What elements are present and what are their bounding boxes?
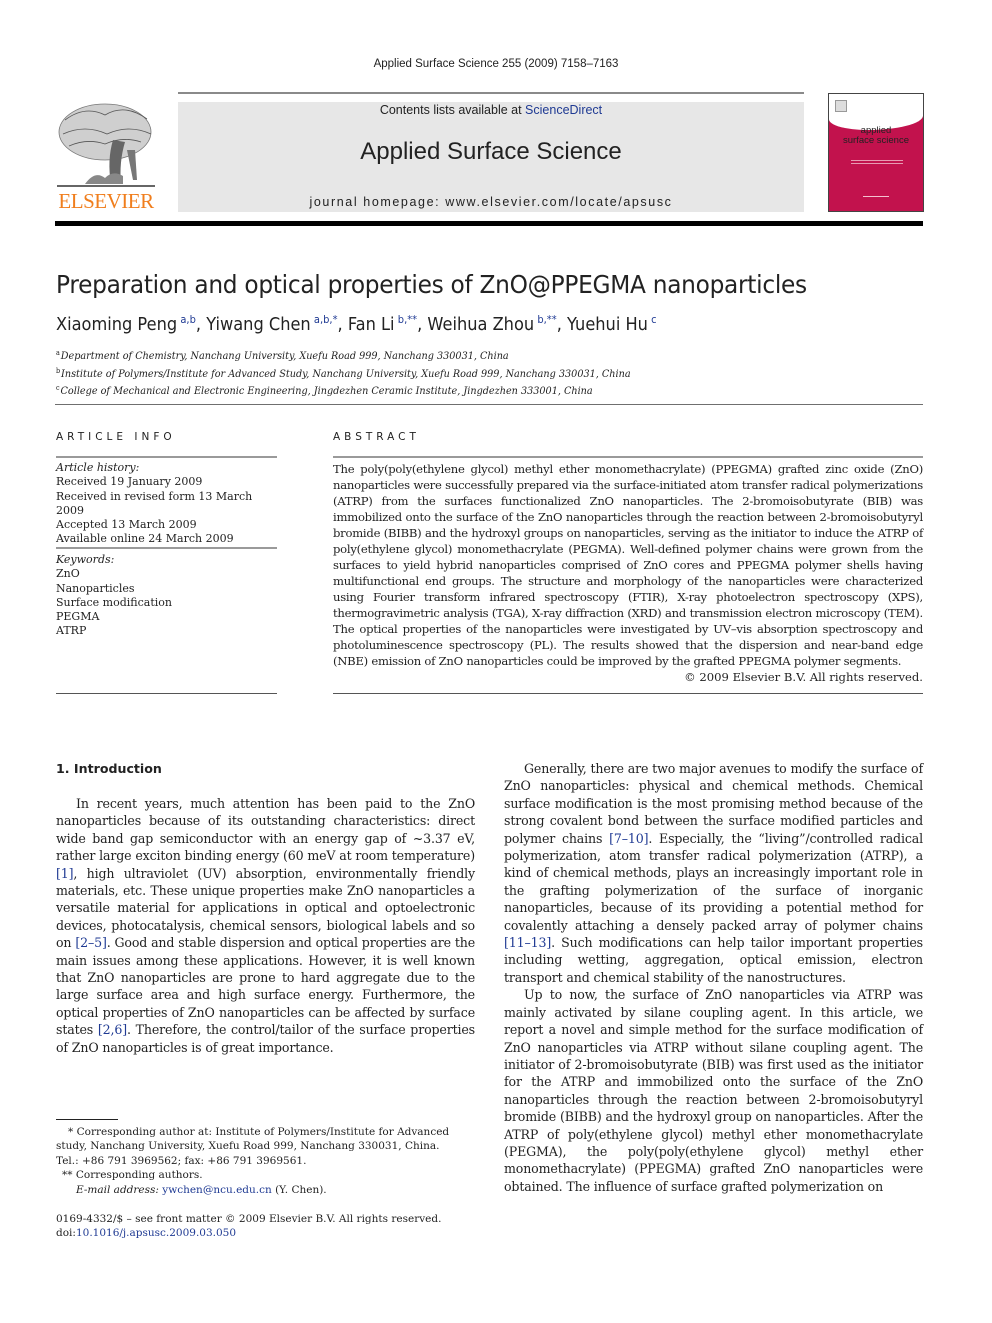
cover-title-line2: surface science (842, 135, 909, 146)
affiliation-text: College of Mechanical and Electronic Eng… (60, 385, 593, 397)
contents-prefix: Contents lists available at (379, 103, 526, 117)
author-name[interactable]: Weihua Zhou (427, 314, 537, 335)
section-heading-introduction: 1. Introduction (56, 761, 162, 776)
cover-title: applied surface science (829, 126, 923, 146)
article-info-bottom-rule (56, 693, 277, 694)
affiliation-mark: c (56, 384, 60, 392)
history-accepted: Accepted 13 March 2009 (56, 518, 197, 532)
author-affiliation-mark[interactable]: a,b,* (314, 313, 338, 326)
affiliation-text: Institute of Polymers/Institute for Adva… (61, 367, 631, 380)
abstract: The poly(poly(ethylene glycol) methyl et… (333, 461, 923, 685)
body-column-left: In recent years, much attention has been… (56, 795, 475, 1056)
journal-homepage[interactable]: journal homepage: www.elsevier.com/locat… (178, 195, 804, 209)
doi-line: doi:10.1016/j.apsusc.2009.03.050 (56, 1226, 441, 1240)
email-owner: (Y. Chen). (271, 1183, 327, 1196)
tree-icon (57, 103, 155, 187)
author-separator: , (195, 314, 207, 335)
abstract-heading: ABSTRACT (333, 431, 420, 443)
affiliation: bInstitute of Polymers/Institute for Adv… (56, 364, 631, 382)
footnotes: * Corresponding author at: Institute of … (56, 1125, 475, 1197)
author-name[interactable]: Xiaoming Peng (56, 314, 180, 335)
text-run: In recent years, much attention has been… (56, 796, 475, 864)
citation-link[interactable]: [2,6] (98, 1022, 127, 1037)
header-rule (178, 92, 804, 94)
text-run: . Such modifications can help tailor imp… (504, 935, 923, 985)
author-affiliation-mark[interactable]: a,b (180, 313, 196, 326)
citation-link[interactable]: [11–13] (504, 935, 551, 950)
abstract-rule (333, 456, 923, 458)
keyword: ATRP (56, 624, 87, 638)
abstract-text: The poly(poly(ethylene glycol) methyl et… (333, 462, 923, 668)
author-list: Xiaoming Peng a,b, Yiwang Chen a,b,*, Fa… (56, 313, 657, 335)
author-name[interactable]: Fan Li (348, 314, 398, 335)
keywords: Keywords: ZnO Nanoparticles Surface modi… (56, 553, 277, 639)
citation-link[interactable]: [7–10] (609, 831, 648, 846)
author-name[interactable]: Yiwang Chen (206, 314, 314, 335)
footnote-phone: Tel.: +86 791 3969562; fax: +86 791 3969… (56, 1154, 307, 1167)
history-received: Received 19 January 2009 (56, 475, 203, 489)
article-info-rule (56, 456, 277, 458)
paper-title: Preparation and optical properties of Zn… (56, 270, 807, 299)
affiliation: aDepartment of Chemistry, Nanchang Unive… (56, 346, 631, 364)
affiliation: cCollege of Mechanical and Electronic En… (56, 381, 631, 399)
author-name[interactable]: Yuehui Hu (567, 314, 651, 335)
header-thick-rule (55, 221, 923, 226)
author-separator: , (556, 314, 568, 335)
history-revised: Received in revised form 13 March 2009 (56, 489, 253, 517)
author-separator: , (337, 314, 348, 335)
author-separator: , (417, 314, 428, 335)
keyword: Nanoparticles (56, 581, 135, 595)
footnote-rule (56, 1119, 118, 1120)
cover-text-lines (851, 160, 903, 161)
footnote-corresponding: * Corresponding author at: Institute of … (56, 1126, 450, 1153)
article-history: Article history: Received 19 January 200… (56, 461, 277, 547)
journal-banner: Contents lists available at ScienceDirec… (178, 102, 804, 212)
front-matter: 0169-4332/$ – see front matter © 2009 El… (56, 1212, 441, 1241)
author-affiliation-mark[interactable]: b,** (398, 313, 417, 326)
sciencedirect-link[interactable]: ScienceDirect (525, 103, 602, 117)
email-label: E-mail address: (76, 1183, 163, 1196)
cover-bottom-line (863, 196, 889, 197)
cover-logo-icon (835, 100, 847, 112)
running-head: Applied Surface Science 255 (2009) 7158–… (373, 58, 619, 70)
author-affiliation-mark[interactable]: b,** (537, 313, 556, 326)
doi-link[interactable]: 10.1016/j.apsusc.2009.03.050 (76, 1227, 236, 1239)
section-rule (55, 404, 923, 405)
keyword: ZnO (56, 567, 80, 581)
body-paragraph: Up to now, the surface of ZnO nanopartic… (504, 987, 923, 1194)
history-online: Available online 24 March 2009 (56, 532, 234, 546)
keywords-label: Keywords: (56, 553, 115, 566)
author-affiliation-mark[interactable]: c (651, 313, 656, 326)
elsevier-wordmark: ELSEVIER (58, 189, 154, 213)
journal-title: Applied Surface Science (360, 138, 622, 165)
citation-link[interactable]: [1] (56, 866, 74, 881)
keywords-rule (56, 547, 277, 549)
affiliations: aDepartment of Chemistry, Nanchang Unive… (56, 346, 631, 399)
footnote-email: E-mail address: ywchen@ncu.edu.cn (Y. Ch… (56, 1183, 475, 1197)
body-paragraph: Generally, there are two major avenues t… (504, 760, 923, 986)
article-info-heading: ARTICLE INFO (56, 431, 176, 443)
issn-line: 0169-4332/$ – see front matter © 2009 El… (56, 1213, 442, 1225)
footnote-corresponding-authors: ** Corresponding authors. (62, 1169, 203, 1182)
citation-link[interactable]: [2–5] (75, 935, 107, 950)
keyword: PEGMA (56, 610, 100, 624)
email-link[interactable]: ywchen@ncu.edu.cn (162, 1184, 271, 1196)
intro-paragraph: In recent years, much attention has been… (56, 795, 475, 1056)
keyword: Surface modification (56, 595, 172, 609)
abstract-bottom-rule (333, 693, 923, 694)
affiliation-mark: a (56, 349, 60, 357)
affiliation-text: Department of Chemistry, Nanchang Univer… (60, 350, 509, 362)
journal-cover[interactable]: applied surface science (828, 93, 924, 212)
contents-line: Contents lists available at ScienceDirec… (178, 103, 804, 117)
abstract-copyright: © 2009 Elsevier B.V. All rights reserved… (684, 670, 923, 684)
affiliation-mark: b (56, 366, 61, 375)
doi-prefix: doi: (56, 1227, 76, 1240)
elsevier-logo[interactable]: ELSEVIER (55, 100, 157, 214)
body-column-right: Generally, there are two major avenues t… (504, 760, 923, 1195)
history-label: Article history: (56, 461, 140, 474)
